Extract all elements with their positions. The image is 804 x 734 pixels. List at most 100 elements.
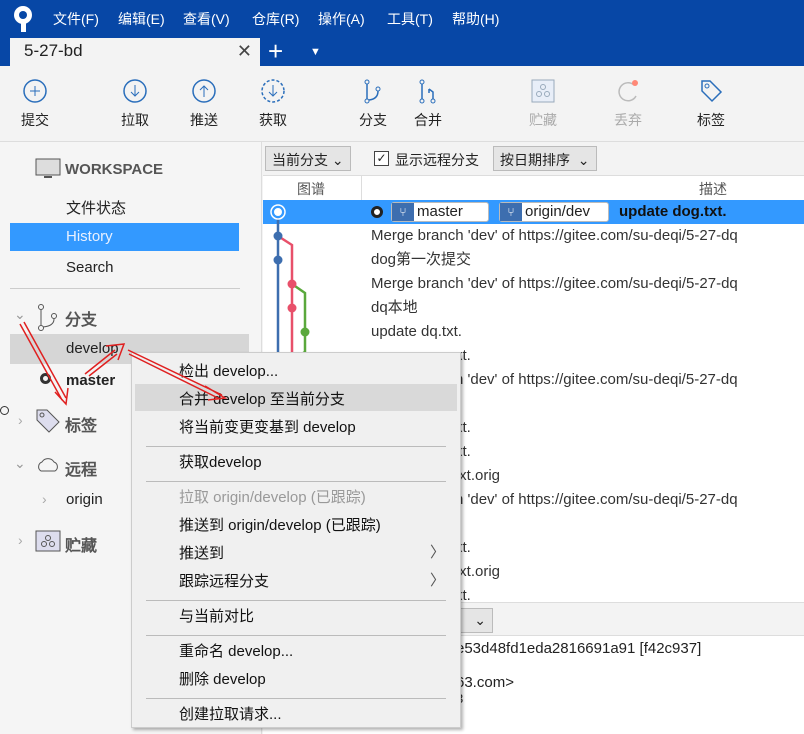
commit-row[interactable]: update dq.txt.: [371, 321, 462, 345]
branches-heading[interactable]: 分支: [65, 306, 97, 330]
column-header-graph[interactable]: 图谱: [297, 179, 325, 199]
menu-item[interactable]: 文件(F): [53, 9, 99, 29]
context-menu-item[interactable]: 跟踪远程分支 〉: [135, 566, 457, 593]
sort-dropdown[interactable]: 按日期排序 ⌄: [493, 146, 597, 171]
menu-item[interactable]: 编辑(E): [118, 9, 165, 29]
current-branch-icon: [40, 373, 51, 384]
tab-repo[interactable]: 5-27-bd ✕: [10, 38, 260, 66]
toolbar-label: 获取: [259, 112, 287, 128]
menu-item[interactable]: 工具(T): [387, 9, 433, 29]
close-tab-icon[interactable]: ✕: [237, 41, 252, 62]
commit-row[interactable]: h 'dev' of https://gitee.com/su-deqi/5-2…: [455, 489, 738, 513]
graph-node[interactable]: [273, 231, 283, 241]
context-menu-item[interactable]: 创建拉取请求...: [135, 699, 457, 726]
workspace-heading: WORKSPACE: [65, 161, 164, 178]
context-menu-item[interactable]: 推送到 origin/develop (已跟踪): [135, 510, 457, 537]
context-menu-item[interactable]: 检出 develop...: [135, 356, 457, 383]
branch-tag[interactable]: ⑂ origin/dev: [499, 202, 609, 223]
sidebar-item-search[interactable]: Search: [66, 259, 114, 276]
toolbar-button-branch[interactable]: 分支: [348, 78, 398, 130]
sidebar-item-file-status[interactable]: 文件状态: [66, 197, 126, 218]
menu-item-label: 推送到 origin/develop (已跟踪): [179, 517, 381, 534]
chevron-right-icon[interactable]: ›: [18, 532, 23, 548]
menu-item[interactable]: 查看(V): [183, 9, 230, 29]
menu-item[interactable]: 仓库(R): [252, 9, 299, 29]
toolbar-label: 拉取: [121, 112, 149, 128]
show-remote-checkbox[interactable]: ✓: [374, 151, 389, 166]
sidebar-item-label: History: [66, 228, 113, 245]
tags-heading[interactable]: 标签: [65, 412, 97, 436]
tag-icon: [701, 80, 723, 103]
remotes-heading[interactable]: 远程: [65, 456, 97, 480]
sidebar-item-history[interactable]: History: [10, 223, 239, 251]
commit-message: Merge branch 'dev' of https://gitee.com/…: [371, 227, 738, 244]
toolbar-button-discard[interactable]: 丢弃: [603, 78, 653, 130]
chevron-right-icon: 〉: [429, 572, 445, 589]
toolbar-button-stash[interactable]: 贮藏: [518, 78, 568, 130]
chevron-right-icon[interactable]: ›: [42, 491, 47, 507]
chevron-right-icon[interactable]: ›: [18, 412, 23, 428]
graph-line-green: [291, 282, 307, 362]
branch-label: develop: [66, 340, 119, 357]
menu-item-label: 与当前对比: [179, 608, 255, 625]
menu-item[interactable]: 帮助(H): [452, 9, 499, 29]
plus-circle-icon: [23, 79, 47, 103]
commit-row[interactable]: Merge branch 'dev' of https://gitee.com/…: [371, 225, 738, 249]
context-menu-item[interactable]: 将当前变更变基到 develop: [135, 412, 457, 439]
context-menu-item[interactable]: 合并 develop 至当前分支: [135, 384, 457, 411]
menu-item-label: 合并 develop 至当前分支: [179, 391, 345, 408]
divider: [361, 176, 362, 200]
branch-tag[interactable]: ⑂ master: [391, 202, 489, 223]
chevron-down-icon[interactable]: ⌄: [14, 306, 26, 323]
branch-filter-dropdown[interactable]: 当前分支 ⌄: [265, 146, 351, 171]
menu-item-label: 推送到: [179, 545, 225, 562]
commit-row[interactable]: txt.orig: [455, 465, 500, 489]
graph-node[interactable]: [300, 327, 310, 337]
chevron-down-icon[interactable]: ⌄: [14, 455, 26, 472]
toolbar-label: 贮藏: [529, 112, 557, 128]
stashes-heading[interactable]: 贮藏: [65, 532, 97, 556]
graph-node[interactable]: [273, 255, 283, 265]
tag-icon: [36, 409, 60, 433]
monitor-icon: [35, 158, 61, 178]
filter-bar: 当前分支 ⌄ ✓ 显示远程分支 按日期排序 ⌄: [263, 142, 804, 176]
tab-dropdown-icon[interactable]: ▼: [310, 46, 321, 58]
toolbar-button-arrow-down-circle[interactable]: 拉取: [110, 78, 160, 130]
toolbar-label: 标签: [697, 112, 725, 128]
menu-item[interactable]: 操作(A): [318, 9, 365, 29]
commit-row[interactable]: dog第一次提交: [371, 249, 471, 273]
toolbar-label: 提交: [21, 112, 49, 128]
column-header-description[interactable]: 描述: [699, 179, 727, 199]
branch-tag-label: origin/dev: [525, 203, 591, 221]
fetch-dashed-circle-icon: [261, 79, 285, 103]
commit-row[interactable]: ⑂ master ⑂ origin/dev update dog.txt.: [371, 201, 727, 225]
toolbar-button-tag[interactable]: 标签: [686, 78, 736, 130]
graph-node[interactable]: [287, 303, 297, 313]
context-menu-item[interactable]: 获取develop: [135, 447, 457, 474]
context-menu-item[interactable]: 删除 develop: [135, 664, 457, 691]
remote-item-origin[interactable]: origin: [66, 491, 103, 508]
graph-node[interactable]: [287, 279, 297, 289]
commit-row[interactable]: Merge branch 'dev' of https://gitee.com/…: [371, 273, 738, 297]
commit-row[interactable]: txt.orig: [455, 561, 500, 585]
toolbar-button-merge[interactable]: 合并: [403, 78, 453, 130]
context-menu-item[interactable]: 重命名 develop...: [135, 636, 457, 663]
toolbar-button-arrow-up-circle[interactable]: 推送: [179, 78, 229, 130]
stash-icon: [531, 79, 555, 103]
commit-message: h 'dev' of https://gitee.com/su-deqi/5-2…: [455, 491, 738, 508]
commit-message: update dog.txt.: [619, 203, 727, 220]
commit-row[interactable]: dq本地: [371, 297, 418, 321]
commit-message: txt.orig: [455, 563, 501, 580]
branch-icon: [364, 79, 381, 104]
context-menu-item[interactable]: 与当前对比: [135, 601, 457, 628]
context-menu-item[interactable]: 拉取 origin/develop (已跟踪): [135, 482, 457, 509]
toolbar-button-plus-circle[interactable]: 提交: [10, 78, 60, 130]
context-menu-item[interactable]: 推送到 〉: [135, 538, 457, 565]
commit-row[interactable]: h 'dev' of https://gitee.com/su-deqi/5-2…: [455, 369, 738, 393]
graph-node[interactable]: [272, 206, 284, 218]
new-tab-plus-icon[interactable]: +: [268, 36, 283, 67]
toolbar-label: 丢弃: [614, 112, 642, 128]
toolbar-button-fetch-dashed-circle[interactable]: 获取: [248, 78, 298, 130]
cursor-circle-icon: [0, 406, 9, 415]
branch-item-master[interactable]: master: [66, 372, 115, 389]
